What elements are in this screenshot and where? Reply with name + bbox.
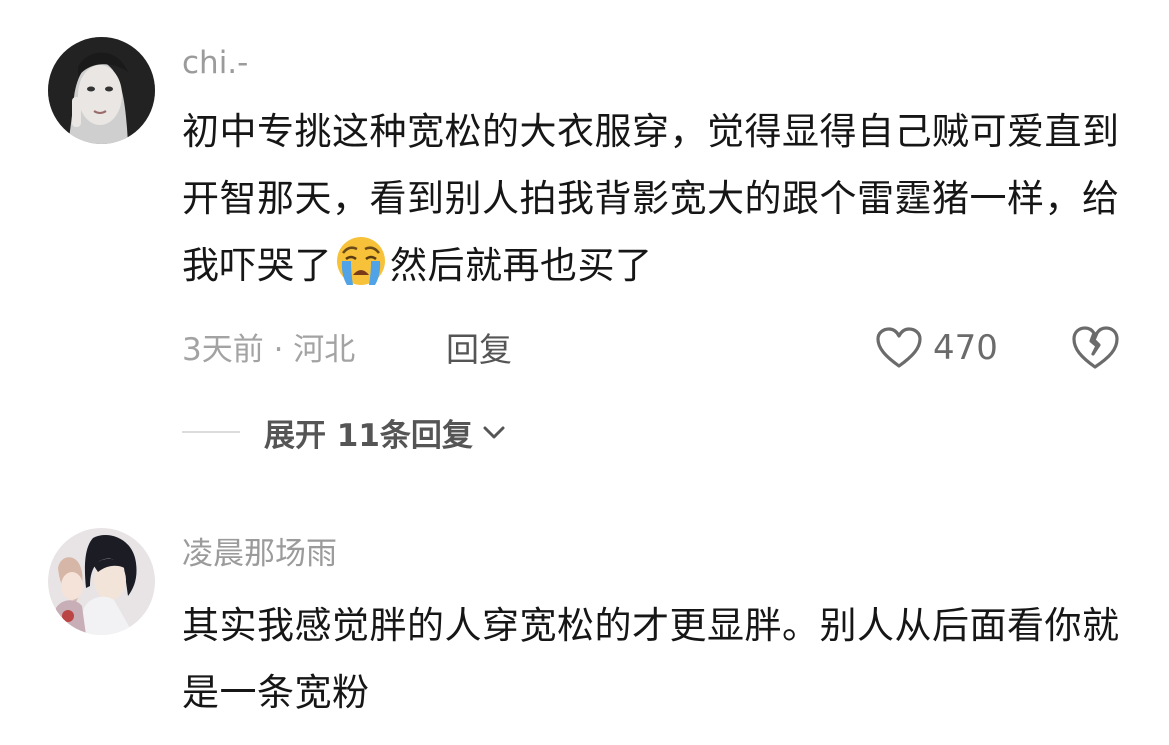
- comment-text-part: 然后就再也买了: [390, 244, 653, 287]
- comment-text: 其实我感觉胖的人穿宽松的才更显胖。别人从后面看你就是一条宽粉: [182, 604, 1120, 714]
- comment-text: 初中专挑这种宽松的大衣服穿，觉得显得自己贼可爱直到开智那天，看到别人拍我背影宽大…: [182, 98, 1122, 299]
- heart-icon: [876, 327, 922, 368]
- comment-item: chi.- 初中专挑这种宽松的大衣服穿，觉得显得自己贼可爱直到开智那天，看到别人…: [0, 0, 1169, 500]
- broken-heart-icon: [1072, 326, 1119, 369]
- expand-replies-button[interactable]: 展开 11条回复: [182, 410, 507, 454]
- dislike-button[interactable]: [1070, 324, 1120, 372]
- avatar[interactable]: [48, 528, 155, 635]
- avatar[interactable]: [48, 37, 155, 144]
- comment-item: 凌晨那场雨 其实我感觉胖的人穿宽松的才更显胖。别人从后面看你就是一条宽粉: [0, 500, 1169, 745]
- username[interactable]: chi.-: [182, 43, 248, 83]
- username[interactable]: 凌晨那场雨: [182, 534, 337, 574]
- like-button[interactable]: 470: [875, 324, 998, 372]
- like-count: 470: [933, 328, 998, 368]
- reply-button[interactable]: 回复: [446, 328, 512, 372]
- loudly-crying-face-icon: [337, 237, 385, 285]
- chevron-down-icon: [483, 426, 505, 439]
- expand-replies-label: 展开 11条回复: [264, 417, 473, 454]
- divider: [182, 431, 240, 433]
- comment-meta: 3天前 · 河北: [182, 332, 356, 368]
